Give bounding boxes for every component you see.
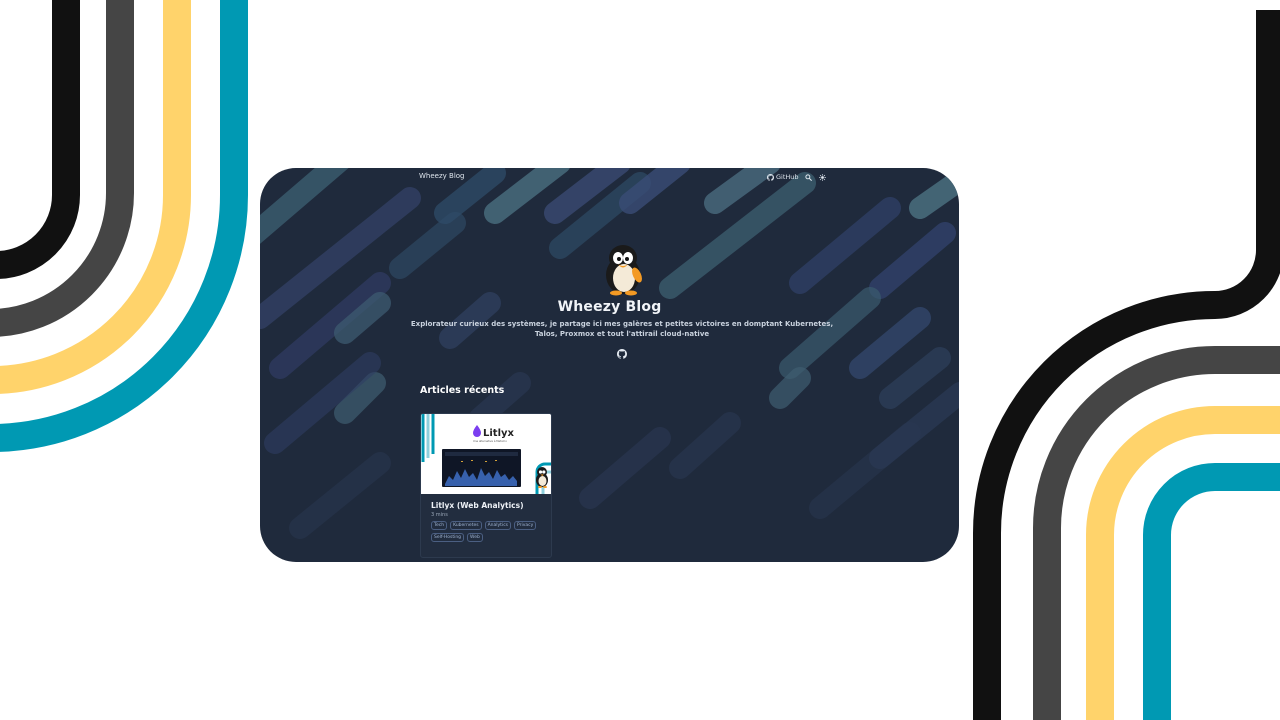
nav-actions: GitHub bbox=[767, 172, 827, 182]
nav-github-label: GitHub bbox=[776, 173, 799, 181]
github-icon bbox=[767, 173, 774, 181]
search-button[interactable] bbox=[804, 173, 813, 182]
tag-self-hosting[interactable]: Self-Hosting bbox=[431, 533, 465, 542]
stripe-left-black bbox=[0, 0, 80, 279]
theme-toggle-button[interactable] bbox=[818, 173, 827, 182]
litlyx-thumbnail-art: Litlyx Une alternative à Matomo bbox=[421, 414, 551, 494]
thumbnail-brand: Litlyx bbox=[483, 428, 515, 439]
tag-web[interactable]: Web bbox=[467, 533, 483, 542]
social-github-link[interactable] bbox=[617, 344, 627, 359]
search-icon bbox=[804, 173, 812, 181]
tag-kubernetes[interactable]: Kubernetes bbox=[450, 521, 482, 530]
recent-articles-heading: Articles récents bbox=[420, 385, 505, 396]
article-title[interactable]: Litlyx (Web Analytics) bbox=[431, 501, 524, 510]
site-description: Explorateur curieux des systèmes, je par… bbox=[410, 320, 834, 338]
article-card[interactable]: Litlyx Une alternative à Matomo Litlyx (… bbox=[420, 413, 552, 558]
tag-privacy[interactable]: Privacy bbox=[514, 521, 537, 530]
tag-analytics[interactable]: Analytics bbox=[484, 521, 512, 530]
article-reading-time: 3 mins bbox=[431, 512, 448, 518]
nav-brand-link[interactable]: Wheezy Blog bbox=[419, 172, 465, 180]
penguin-avatar bbox=[606, 245, 642, 296]
article-tags: Tech Kubernetes Analytics Privacy Self-H… bbox=[431, 521, 546, 542]
blog-screenshot: Wheezy Blog GitHub Wheezy Blog Explorate… bbox=[260, 168, 959, 562]
article-thumbnail[interactable]: Litlyx Une alternative à Matomo bbox=[421, 414, 551, 494]
thumbnail-tagline: Une alternative à Matomo bbox=[473, 439, 507, 443]
github-icon bbox=[617, 349, 627, 359]
nav-github-link[interactable]: GitHub bbox=[767, 173, 799, 181]
stripe-right-teal bbox=[1143, 463, 1280, 720]
tag-tech[interactable]: Tech bbox=[431, 521, 448, 530]
background-streaks bbox=[260, 168, 959, 539]
sun-icon bbox=[818, 173, 826, 181]
site-title: Wheezy Blog bbox=[557, 299, 662, 315]
